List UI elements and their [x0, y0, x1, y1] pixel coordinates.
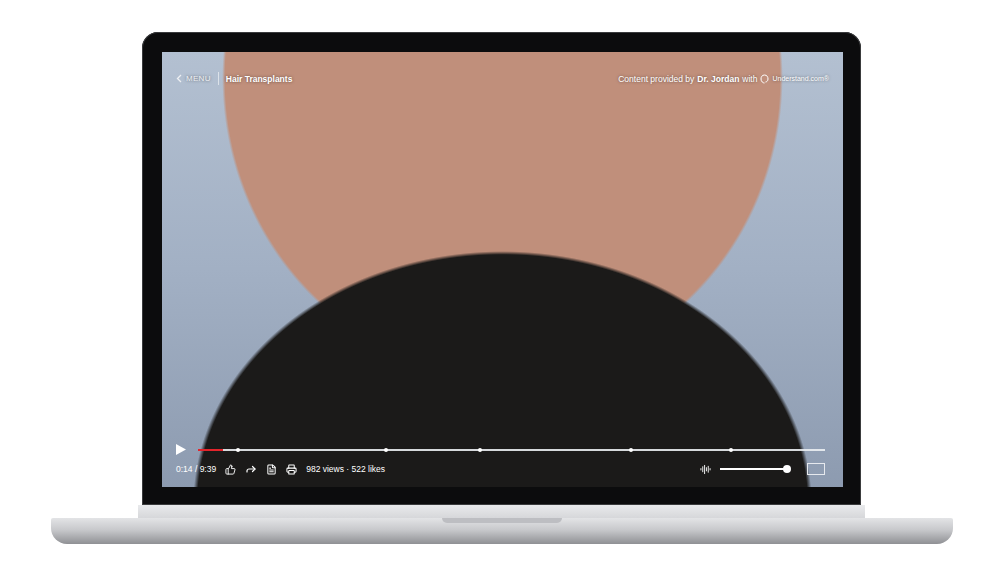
base-notch: [442, 518, 562, 523]
laptop-lid: MENU Hair Transplants Content provided byD…: [142, 32, 861, 505]
time-display: 0:14 / 9:39: [176, 464, 216, 474]
chapter-marker[interactable]: [629, 448, 633, 452]
volume-knob[interactable]: [783, 465, 791, 473]
top-bar: MENU Hair Transplants Content provided byD…: [162, 52, 843, 85]
play-button[interactable]: [176, 444, 186, 455]
brand-logo-icon: [760, 74, 769, 84]
menu-label: MENU: [186, 74, 211, 83]
audio-button[interactable]: [700, 464, 711, 475]
view-stats: 982 views · 522 likes: [306, 464, 385, 474]
progress-row: [176, 444, 825, 455]
laptop-base: [51, 518, 953, 544]
laptop-hinge: [138, 505, 865, 518]
chapter-marker[interactable]: [236, 448, 240, 452]
print-button[interactable]: [286, 464, 297, 475]
right-controls: [700, 463, 825, 475]
volume-fill: [720, 468, 787, 470]
credit-brand: Understand.com®: [772, 75, 829, 82]
fullscreen-button[interactable]: [807, 463, 825, 475]
audio-icon: [700, 464, 711, 475]
chevron-left-icon: [176, 74, 182, 83]
volume-slider[interactable]: [720, 468, 790, 470]
left-controls: 0:14 / 9:39 982 views · 522 likes: [176, 463, 385, 475]
chapter-marker[interactable]: [478, 448, 482, 452]
credit-prefix: Content provided by: [618, 74, 694, 84]
credit-joiner: with: [742, 74, 757, 84]
chapter-marker[interactable]: [729, 448, 733, 452]
share-button[interactable]: [245, 463, 257, 475]
progress-fill: [198, 449, 223, 451]
page: MENU Hair Transplants Content provided byD…: [0, 0, 1003, 575]
title-group: MENU Hair Transplants: [176, 72, 292, 85]
divider: [218, 72, 219, 85]
share-icon: [245, 463, 257, 475]
thumbs-up-icon: [225, 464, 236, 475]
chapter-marker[interactable]: [384, 448, 388, 452]
progress-track[interactable]: [198, 449, 825, 451]
button-row: 0:14 / 9:39 982 views · 522 likes: [176, 463, 825, 475]
play-icon: [176, 444, 186, 455]
credit-author: Dr. Jordan: [697, 74, 739, 84]
video-title: Hair Transplants: [226, 74, 293, 84]
document-icon: [266, 464, 277, 475]
like-button[interactable]: [225, 464, 236, 475]
credit: Content provided byDr. Jordanwith Underst…: [618, 74, 829, 84]
printer-icon: [286, 464, 297, 475]
video-frame[interactable]: MENU Hair Transplants Content provided byD…: [162, 52, 843, 487]
menu-button[interactable]: MENU: [176, 74, 211, 83]
transcript-button[interactable]: [266, 464, 277, 475]
player-controls: 0:14 / 9:39 982 views · 522 likes: [162, 444, 843, 487]
